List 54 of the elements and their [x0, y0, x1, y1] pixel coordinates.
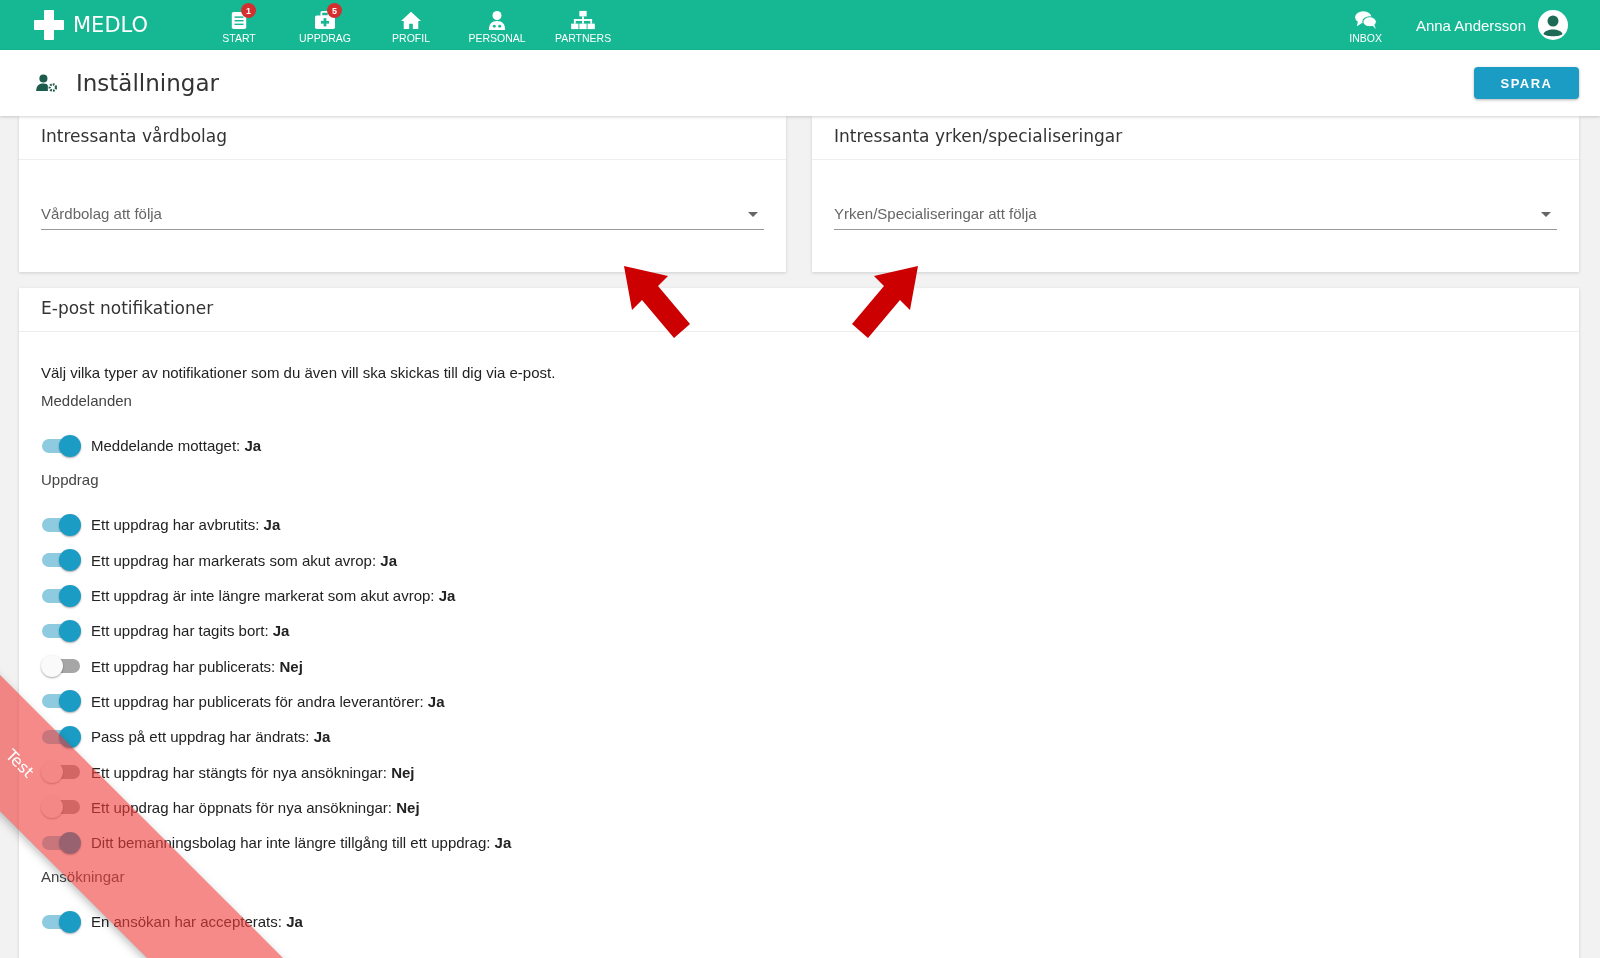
- logo-text: MEDLO: [73, 13, 149, 37]
- chat-bubbles-icon: [1353, 10, 1378, 30]
- toggle-switch[interactable]: [41, 725, 81, 748]
- card-title: E-post notifikationer: [41, 298, 214, 318]
- user-settings-icon: [36, 74, 58, 92]
- user-name[interactable]: Anna Andersson: [1415, 16, 1526, 34]
- toggle-switch[interactable]: [41, 584, 81, 607]
- toggle-switch[interactable]: [41, 910, 81, 933]
- nav-tab[interactable]: UPPDRAG 5: [282, 6, 369, 44]
- toggle-switch[interactable]: [41, 761, 81, 783]
- toggle-switch[interactable]: [41, 690, 81, 713]
- select-field[interactable]: Vårdbolag att följa: [41, 198, 764, 230]
- toggle-switch[interactable]: [41, 796, 81, 819]
- toggle-label: Ett uppdrag har avbrutits: Ja: [91, 516, 281, 534]
- toggle-switch[interactable]: [41, 655, 81, 678]
- count-badge: 5: [327, 3, 343, 18]
- sitemap-icon: [571, 10, 596, 30]
- group-heading: Uppdrag: [41, 471, 100, 489]
- save-button[interactable]: SPARA: [1474, 67, 1579, 99]
- nav-tab[interactable]: PERSONAL: [454, 6, 541, 44]
- select-field[interactable]: Yrken/Specialiseringar att följa: [834, 198, 1557, 230]
- toggle-label: Ditt bemanningsbolag har inte längre tillgång till ett uppdrag: Ja: [91, 834, 512, 852]
- description-text: Välj vilka typer av notifikationer som du även vill ska skickas till dig via e-post.: [41, 364, 557, 381]
- toggle-switch[interactable]: [41, 513, 81, 536]
- toggle-label: Ett uppdrag har stängts för nya ansökningar: Nej: [91, 763, 415, 781]
- toggle-label: Ett uppdrag är inte längre markerat som akut avrop: Ja: [91, 587, 456, 605]
- toggle-label: Ett uppdrag har publicerats för andra leverantörer: Ja: [91, 692, 445, 710]
- home-icon: [400, 10, 423, 30]
- medkit-icon: [314, 10, 337, 30]
- inbox-tab[interactable]: INBOX: [1349, 6, 1382, 44]
- dropdown-caret-icon: [1541, 212, 1551, 217]
- card-title: Intressanta yrken/specialiseringar: [834, 126, 1123, 146]
- toggle-switch[interactable]: [41, 831, 81, 854]
- toggle-switch[interactable]: [41, 434, 81, 457]
- toggle-label: Ett uppdrag har tagits bort: Ja: [91, 622, 290, 640]
- dropdown-caret-icon: [748, 212, 758, 217]
- toggle-label: Ett uppdrag har publicerats: Nej: [91, 657, 303, 675]
- nav-tab[interactable]: START 1: [196, 6, 283, 44]
- nav-tab[interactable]: PROFIL: [368, 6, 455, 44]
- toggle-label: Pass på ett uppdrag har ändrats: Ja: [91, 728, 331, 746]
- doctor-icon: [488, 10, 507, 30]
- count-badge: 1: [241, 3, 257, 18]
- card-title: Intressanta vårdbolag: [41, 126, 227, 146]
- toggle-switch[interactable]: [41, 549, 81, 572]
- avatar-icon[interactable]: [1538, 10, 1568, 40]
- toggle-label: Ett uppdrag har markerats som akut avrop: Ja: [91, 551, 397, 569]
- nav-tab[interactable]: PARTNERS: [540, 6, 627, 44]
- toggle-label: Meddelande mottaget: Ja: [91, 437, 262, 455]
- cross-logo-icon: [34, 10, 64, 40]
- clipboard-icon: [230, 10, 249, 30]
- toggle-switch[interactable]: [41, 619, 81, 642]
- page-title: Inställningar: [76, 70, 220, 96]
- group-heading: Meddelanden: [41, 392, 133, 409]
- toggle-label: Ett uppdrag har öppnats för nya ansökningar: Nej: [91, 798, 420, 816]
